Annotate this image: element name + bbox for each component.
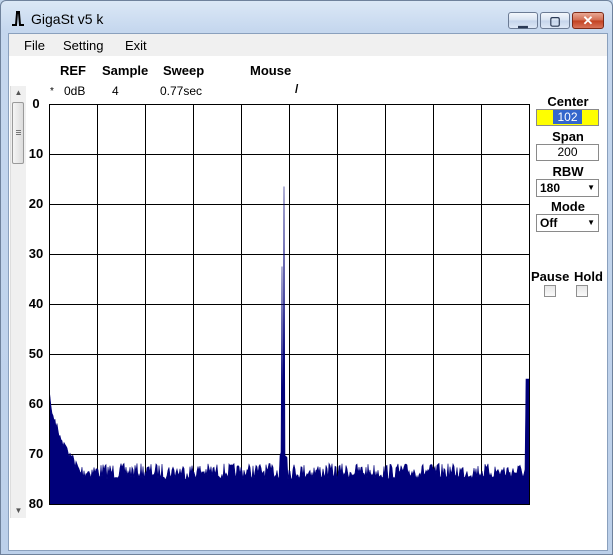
y-tick-label: 40	[28, 296, 44, 311]
pause-checkbox[interactable]	[544, 285, 556, 297]
grid-lines	[49, 104, 529, 504]
chevron-down-icon: ▼	[587, 183, 595, 192]
app-icon	[12, 11, 24, 26]
y-tick-label: 30	[28, 246, 44, 261]
y-tick-label: 0	[32, 96, 40, 111]
menu-bar: File Setting Exit	[9, 34, 607, 56]
rbw-label: RBW	[552, 164, 584, 179]
menu-setting[interactable]: Setting	[63, 38, 103, 53]
rbw-select[interactable]: 180 ▼	[536, 179, 599, 197]
close-button[interactable]: ✕	[572, 12, 604, 29]
thumb-grip	[16, 134, 21, 135]
title-bar[interactable]: GigaSt v5 k ▁ ▢ ✕	[1, 1, 612, 35]
menu-exit[interactable]: Exit	[125, 38, 147, 53]
thumb-grip	[16, 130, 21, 131]
y-tick-label: 70	[28, 446, 44, 461]
hold-checkbox[interactable]	[576, 285, 588, 297]
minimize-button[interactable]: ▁	[508, 12, 538, 29]
scroll-thumb[interactable]	[12, 102, 24, 164]
span-input[interactable]: 200	[536, 144, 599, 161]
scroll-down-icon[interactable]: ▼	[11, 504, 26, 518]
ref-label: REF	[60, 63, 86, 78]
y-tick-label: 10	[28, 146, 44, 161]
marker-indicator: *	[50, 86, 54, 97]
mouse-label: Mouse	[250, 63, 292, 78]
sample-value: 4	[112, 84, 119, 98]
mode-label: Mode	[551, 199, 585, 214]
thumb-grip	[16, 132, 21, 133]
mode-select[interactable]: Off ▼	[536, 214, 599, 232]
maximize-button[interactable]: ▢	[540, 12, 570, 29]
rbw-value: 180	[540, 181, 561, 195]
vertical-scrollbar[interactable]: ▲ ▼	[10, 86, 26, 518]
spectrum-plot[interactable]	[49, 104, 530, 505]
sweep-label: Sweep	[163, 63, 205, 78]
ref-value: 0dB	[64, 84, 86, 98]
pause-label: Pause	[531, 269, 570, 284]
center-value: 102	[553, 110, 582, 124]
menu-file[interactable]: File	[24, 38, 45, 53]
y-tick-label: 60	[28, 396, 44, 411]
y-tick-label: 80	[28, 496, 44, 511]
y-tick-label: 50	[28, 346, 44, 361]
mouse-value: /	[295, 82, 299, 96]
close-icon: ✕	[582, 12, 594, 28]
y-tick-label: 20	[28, 196, 44, 211]
scroll-up-icon[interactable]: ▲	[11, 86, 26, 100]
window-title: GigaSt v5 k	[31, 11, 104, 27]
center-label: Center	[547, 94, 589, 109]
span-label: Span	[552, 129, 584, 144]
app-window: GigaSt v5 k ▁ ▢ ✕ File Setting Exit REF …	[0, 0, 613, 555]
chevron-down-icon: ▼	[587, 218, 595, 227]
sample-label: Sample	[102, 63, 149, 78]
minimize-icon: ▁	[518, 13, 528, 28]
mode-value: Off	[540, 216, 558, 230]
sweep-value: 0.77sec	[160, 84, 203, 98]
center-input[interactable]: 102	[536, 109, 599, 126]
client-area: File Setting Exit REF Sample Sweep Mouse…	[8, 33, 608, 551]
maximize-icon: ▢	[549, 13, 561, 28]
hold-label: Hold	[574, 269, 603, 284]
